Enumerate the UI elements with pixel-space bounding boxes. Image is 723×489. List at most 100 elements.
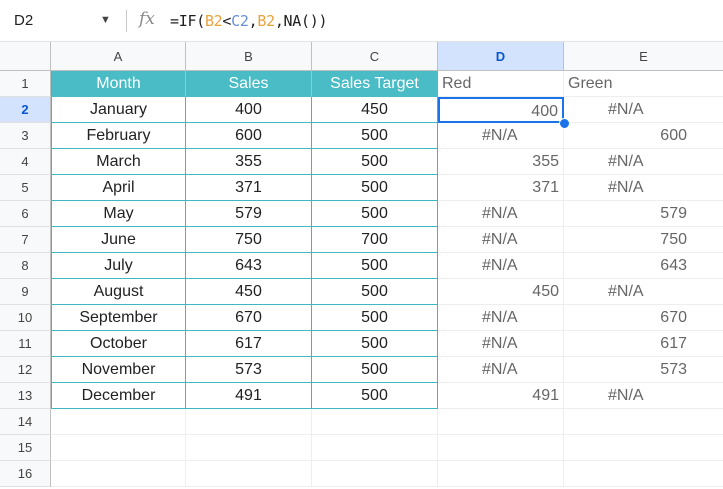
sales-target-cell[interactable]: 700 <box>312 227 438 253</box>
row-header-10[interactable]: 10 <box>0 305 51 331</box>
sales-cell[interactable]: 670 <box>186 305 312 331</box>
month-cell[interactable]: July <box>51 253 186 279</box>
sales-cell[interactable]: 600 <box>186 123 312 149</box>
sales-cell[interactable]: 617 <box>186 331 312 357</box>
red-cell[interactable]: 450 <box>438 279 564 305</box>
green-cell[interactable]: 670 <box>564 305 723 331</box>
month-cell[interactable]: October <box>51 331 186 357</box>
column-header-d[interactable]: D <box>438 42 564 71</box>
sales-cell[interactable]: 579 <box>186 201 312 227</box>
red-cell[interactable]: #N/A <box>438 201 564 227</box>
sales-target-cell[interactable]: 450 <box>312 97 438 123</box>
green-cell[interactable]: #N/A <box>564 149 723 175</box>
table-header-month[interactable]: Month <box>51 71 186 97</box>
table-header-sales[interactable]: Sales <box>186 71 312 97</box>
empty-cell[interactable] <box>51 461 186 487</box>
sales-target-cell[interactable]: 500 <box>312 383 438 409</box>
table-header-sales-target[interactable]: Sales Target <box>312 71 438 97</box>
column-header-c[interactable]: C <box>312 42 438 71</box>
row-header-4[interactable]: 4 <box>0 149 51 175</box>
empty-cell[interactable] <box>312 435 438 461</box>
row-header-7[interactable]: 7 <box>0 227 51 253</box>
month-cell[interactable]: August <box>51 279 186 305</box>
sales-cell[interactable]: 400 <box>186 97 312 123</box>
sales-cell[interactable]: 355 <box>186 149 312 175</box>
sales-cell[interactable]: 750 <box>186 227 312 253</box>
month-cell[interactable]: February <box>51 123 186 149</box>
row-header-6[interactable]: 6 <box>0 201 51 227</box>
sales-target-cell[interactable]: 500 <box>312 279 438 305</box>
red-cell[interactable]: #N/A <box>438 227 564 253</box>
row-header-2[interactable]: 2 <box>0 97 51 123</box>
column-header-e[interactable]: E <box>564 42 723 71</box>
formula-input[interactable]: =IF(B2<C2,B2,NA()) <box>170 12 328 30</box>
sales-cell[interactable]: 643 <box>186 253 312 279</box>
sales-cell[interactable]: 491 <box>186 383 312 409</box>
red-cell[interactable]: #N/A <box>438 331 564 357</box>
green-cell[interactable]: 579 <box>564 201 723 227</box>
month-cell[interactable]: November <box>51 357 186 383</box>
red-cell[interactable]: #N/A <box>438 253 564 279</box>
fill-handle[interactable] <box>559 118 570 129</box>
sales-target-cell[interactable]: 500 <box>312 357 438 383</box>
row-header-1[interactable]: 1 <box>0 71 51 97</box>
row-header-15[interactable]: 15 <box>0 435 51 461</box>
red-cell[interactable]: 371 <box>438 175 564 201</box>
sales-target-cell[interactable]: 500 <box>312 201 438 227</box>
row-header-14[interactable]: 14 <box>0 409 51 435</box>
chevron-down-icon[interactable]: ▼ <box>100 14 111 26</box>
empty-cell[interactable] <box>564 435 723 461</box>
empty-cell[interactable] <box>51 435 186 461</box>
red-cell[interactable]: 355 <box>438 149 564 175</box>
sales-target-cell[interactable]: 500 <box>312 331 438 357</box>
green-cell[interactable]: 750 <box>564 227 723 253</box>
sales-target-cell[interactable]: 500 <box>312 305 438 331</box>
sales-cell[interactable]: 573 <box>186 357 312 383</box>
empty-cell[interactable] <box>186 461 312 487</box>
column-header-a[interactable]: A <box>51 42 186 71</box>
row-header-9[interactable]: 9 <box>0 279 51 305</box>
empty-cell[interactable] <box>438 409 564 435</box>
sales-target-cell[interactable]: 500 <box>312 123 438 149</box>
column-header-b[interactable]: B <box>186 42 312 71</box>
empty-cell[interactable] <box>312 461 438 487</box>
row-header-8[interactable]: 8 <box>0 253 51 279</box>
month-cell[interactable]: January <box>51 97 186 123</box>
row-header-3[interactable]: 3 <box>0 123 51 149</box>
green-cell[interactable]: 617 <box>564 331 723 357</box>
month-cell[interactable]: April <box>51 175 186 201</box>
green-cell[interactable]: #N/A <box>564 97 723 123</box>
sales-cell[interactable]: 450 <box>186 279 312 305</box>
row-header-5[interactable]: 5 <box>0 175 51 201</box>
month-cell[interactable]: June <box>51 227 186 253</box>
green-cell[interactable]: #N/A <box>564 175 723 201</box>
sales-target-cell[interactable]: 500 <box>312 253 438 279</box>
green-cell[interactable]: #N/A <box>564 279 723 305</box>
green-cell[interactable]: 600 <box>564 123 723 149</box>
empty-cell[interactable] <box>438 461 564 487</box>
empty-cell[interactable] <box>438 435 564 461</box>
empty-cell[interactable] <box>186 435 312 461</box>
empty-cell[interactable] <box>564 409 723 435</box>
red-cell[interactable]: #N/A <box>438 123 564 149</box>
month-cell[interactable]: May <box>51 201 186 227</box>
sales-target-cell[interactable]: 500 <box>312 175 438 201</box>
row-header-12[interactable]: 12 <box>0 357 51 383</box>
red-cell[interactable]: 491 <box>438 383 564 409</box>
green-cell[interactable]: 643 <box>564 253 723 279</box>
row-header-13[interactable]: 13 <box>0 383 51 409</box>
select-all-corner[interactable] <box>0 42 51 71</box>
month-cell[interactable]: December <box>51 383 186 409</box>
row-header-11[interactable]: 11 <box>0 331 51 357</box>
red-cell[interactable]: #N/A <box>438 357 564 383</box>
header-red[interactable]: Red <box>438 71 564 97</box>
name-box[interactable]: D2 ▼ <box>0 6 124 36</box>
red-cell[interactable]: #N/A <box>438 305 564 331</box>
selected-cell-d2[interactable]: 400 <box>438 97 564 123</box>
empty-cell[interactable] <box>564 461 723 487</box>
empty-cell[interactable] <box>312 409 438 435</box>
empty-cell[interactable] <box>51 409 186 435</box>
green-cell[interactable]: 573 <box>564 357 723 383</box>
header-green[interactable]: Green <box>564 71 723 97</box>
empty-cell[interactable] <box>186 409 312 435</box>
